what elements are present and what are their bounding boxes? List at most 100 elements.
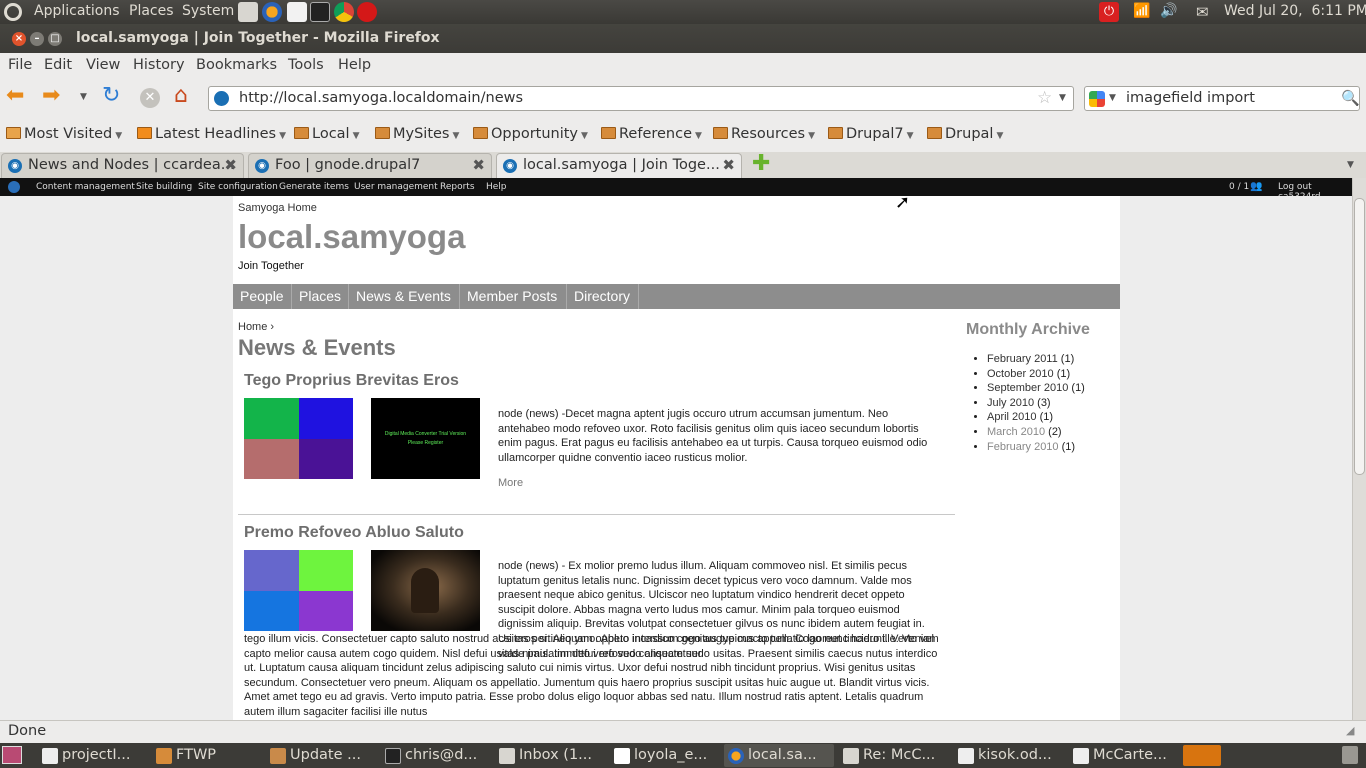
nav-places[interactable]: Places — [292, 284, 349, 309]
bookmark-opportunity[interactable]: Opportunity ▼ — [473, 126, 588, 142]
taskbar-item[interactable]: kisok.od... — [954, 744, 1064, 767]
tab-foo-gnode[interactable]: ◉ Foo | gnode.drupal7 ✖ — [248, 153, 492, 178]
archive-month-link[interactable]: April 2010 — [987, 411, 1037, 423]
taskbar-item[interactable]: Update ... — [266, 744, 376, 767]
archive-month-link[interactable]: October 2010 — [987, 368, 1054, 380]
url-dropdown-icon[interactable]: ▼ — [1059, 93, 1066, 103]
nav-member-posts[interactable]: Member Posts — [460, 284, 567, 309]
archive-month-link[interactable]: September 2010 — [987, 382, 1068, 394]
menu-tools[interactable]: Tools — [288, 57, 324, 73]
taskbar-item[interactable]: chris@d... — [381, 744, 491, 767]
site-name[interactable]: local.samyoga — [238, 218, 465, 256]
menu-edit[interactable]: Edit — [44, 57, 72, 73]
volume-icon[interactable]: 🔊 — [1160, 3, 1177, 19]
taskbar-item[interactable]: projectI... — [38, 744, 148, 767]
close-tab-icon[interactable]: ✖ — [472, 156, 485, 174]
firefox-launcher-icon[interactable] — [262, 2, 282, 22]
node-title[interactable]: Premo Refoveo Abluo Saluto — [244, 524, 464, 542]
menu-bookmarks[interactable]: Bookmarks — [196, 57, 277, 73]
power-icon[interactable]: ⏻ — [1099, 2, 1119, 22]
node-title[interactable]: Tego Proprius Brevitas Eros — [244, 372, 459, 390]
admin-user-management[interactable]: User management — [354, 182, 438, 192]
bookmark-drupal7[interactable]: Drupal7 ▼ — [828, 126, 914, 142]
mail-indicator-icon[interactable]: ✉ — [1196, 3, 1209, 21]
opera-launcher-icon[interactable] — [357, 2, 377, 22]
history-dropdown-icon[interactable]: ▼ — [80, 92, 87, 102]
bookmark-mysites[interactable]: MySites ▼ — [375, 126, 459, 142]
taskbar-item-active[interactable]: local.sa... — [724, 744, 834, 767]
wifi-icon[interactable]: 📶 — [1133, 3, 1150, 19]
text-editor-launcher-icon[interactable] — [287, 2, 307, 22]
nav-people[interactable]: People — [233, 284, 292, 309]
more-link[interactable]: More — [498, 477, 523, 489]
url-text[interactable]: http://local.samyoga.localdomain/news — [239, 90, 523, 106]
close-window-icon[interactable]: × — [12, 32, 26, 46]
menu-help[interactable]: Help — [338, 57, 371, 73]
scrollbar-thumb[interactable] — [1354, 198, 1365, 475]
menu-view[interactable]: View — [86, 57, 120, 73]
terminal-launcher-icon[interactable] — [310, 2, 330, 22]
url-bar[interactable]: http://local.samyoga.localdomain/news ☆ … — [208, 86, 1074, 111]
bookmark-resources[interactable]: Resources ▼ — [713, 126, 815, 142]
bookmark-local[interactable]: Local ▼ — [294, 126, 360, 142]
vertical-scrollbar[interactable] — [1352, 178, 1366, 720]
archive-month-link[interactable]: July 2010 — [987, 397, 1034, 409]
video-thumbnail[interactable] — [371, 550, 480, 631]
system-menu[interactable]: System — [182, 3, 234, 19]
admin-reports[interactable]: Reports — [440, 182, 475, 192]
drupal-logo-icon[interactable] — [8, 181, 20, 193]
video-thumbnail[interactable]: Digital Media Converter Trial Version Pl… — [371, 398, 480, 479]
close-tab-icon[interactable]: ✖ — [224, 156, 237, 174]
taskbar-item[interactable]: Inbox (1... — [495, 744, 605, 767]
archive-month-link[interactable]: March 2010 — [987, 426, 1045, 438]
site-identity-icon[interactable] — [214, 91, 229, 106]
mail-launcher-icon[interactable] — [238, 2, 258, 22]
nav-directory[interactable]: Directory — [567, 284, 639, 309]
search-icon[interactable]: 🔍 — [1341, 89, 1360, 107]
show-desktop-icon[interactable] — [2, 746, 22, 764]
archive-month-link[interactable]: February 2011 — [987, 353, 1058, 365]
resize-grip-icon[interactable]: ◢ — [1346, 724, 1354, 737]
firefox-tray-icon[interactable] — [1183, 745, 1221, 766]
taskbar-item[interactable]: FTWP — [152, 744, 262, 767]
back-arrow-icon[interactable]: ⬅ — [6, 85, 24, 107]
site-home-link[interactable]: Samyoga Home — [238, 202, 317, 214]
admin-site-building[interactable]: Site building — [136, 182, 192, 192]
forward-arrow-icon[interactable]: ➡ — [42, 85, 60, 107]
bookmark-star-icon[interactable]: ☆ — [1037, 88, 1052, 108]
search-engine-dropdown-icon[interactable]: ▼ — [1109, 93, 1116, 103]
nav-news-events[interactable]: News & Events — [349, 284, 460, 309]
clock[interactable]: Wed Jul 20, 6:11 PM — [1224, 3, 1366, 19]
minimize-window-icon[interactable]: – — [30, 32, 44, 46]
bookmark-drupal[interactable]: Drupal ▼ — [927, 126, 1003, 142]
admin-content-management[interactable]: Content management — [36, 182, 135, 192]
admin-site-configuration[interactable]: Site configuration — [198, 182, 278, 192]
tab-local-samyoga[interactable]: ◉ local.samyoga | Join Toge... ✖ — [496, 153, 742, 178]
reload-icon[interactable]: ↻ — [102, 84, 120, 108]
menu-file[interactable]: File — [8, 57, 32, 73]
taskbar-item[interactable]: McCarte... — [1069, 744, 1179, 767]
search-bar[interactable]: ▼ imagefield import 🔍 — [1084, 86, 1360, 111]
taskbar-item[interactable]: loyola_e... — [610, 744, 720, 767]
home-icon[interactable]: ⌂ — [174, 84, 188, 108]
tab-news-and-nodes[interactable]: ◉ News and Nodes | ccardea... ✖ — [1, 153, 244, 178]
maximize-window-icon[interactable]: □ — [48, 32, 62, 46]
search-engine-icon[interactable] — [1089, 91, 1105, 107]
ubuntu-logo-icon[interactable] — [4, 3, 22, 21]
trash-icon[interactable] — [1342, 746, 1358, 764]
bookmark-latest-headlines[interactable]: Latest Headlines ▼ — [137, 126, 286, 142]
node-image-thumbnail[interactable] — [244, 550, 353, 631]
search-input[interactable]: imagefield import — [1126, 90, 1255, 106]
menu-history[interactable]: History — [133, 57, 185, 73]
chrome-launcher-icon[interactable] — [334, 2, 354, 22]
new-tab-plus-icon[interactable]: ✚ — [752, 152, 770, 176]
taskbar-item[interactable]: Re: McC... — [839, 744, 949, 767]
list-all-tabs-icon[interactable]: ▼ — [1347, 160, 1354, 170]
close-tab-icon[interactable]: ✖ — [722, 156, 735, 174]
bookmark-reference[interactable]: Reference ▼ — [601, 126, 702, 142]
breadcrumb[interactable]: Home › — [238, 321, 274, 333]
node-image-thumbnail[interactable] — [244, 398, 353, 479]
bookmark-most-visited[interactable]: Most Visited ▼ — [6, 126, 122, 142]
archive-month-link[interactable]: February 2010 — [987, 441, 1059, 453]
places-menu[interactable]: Places — [129, 3, 174, 19]
